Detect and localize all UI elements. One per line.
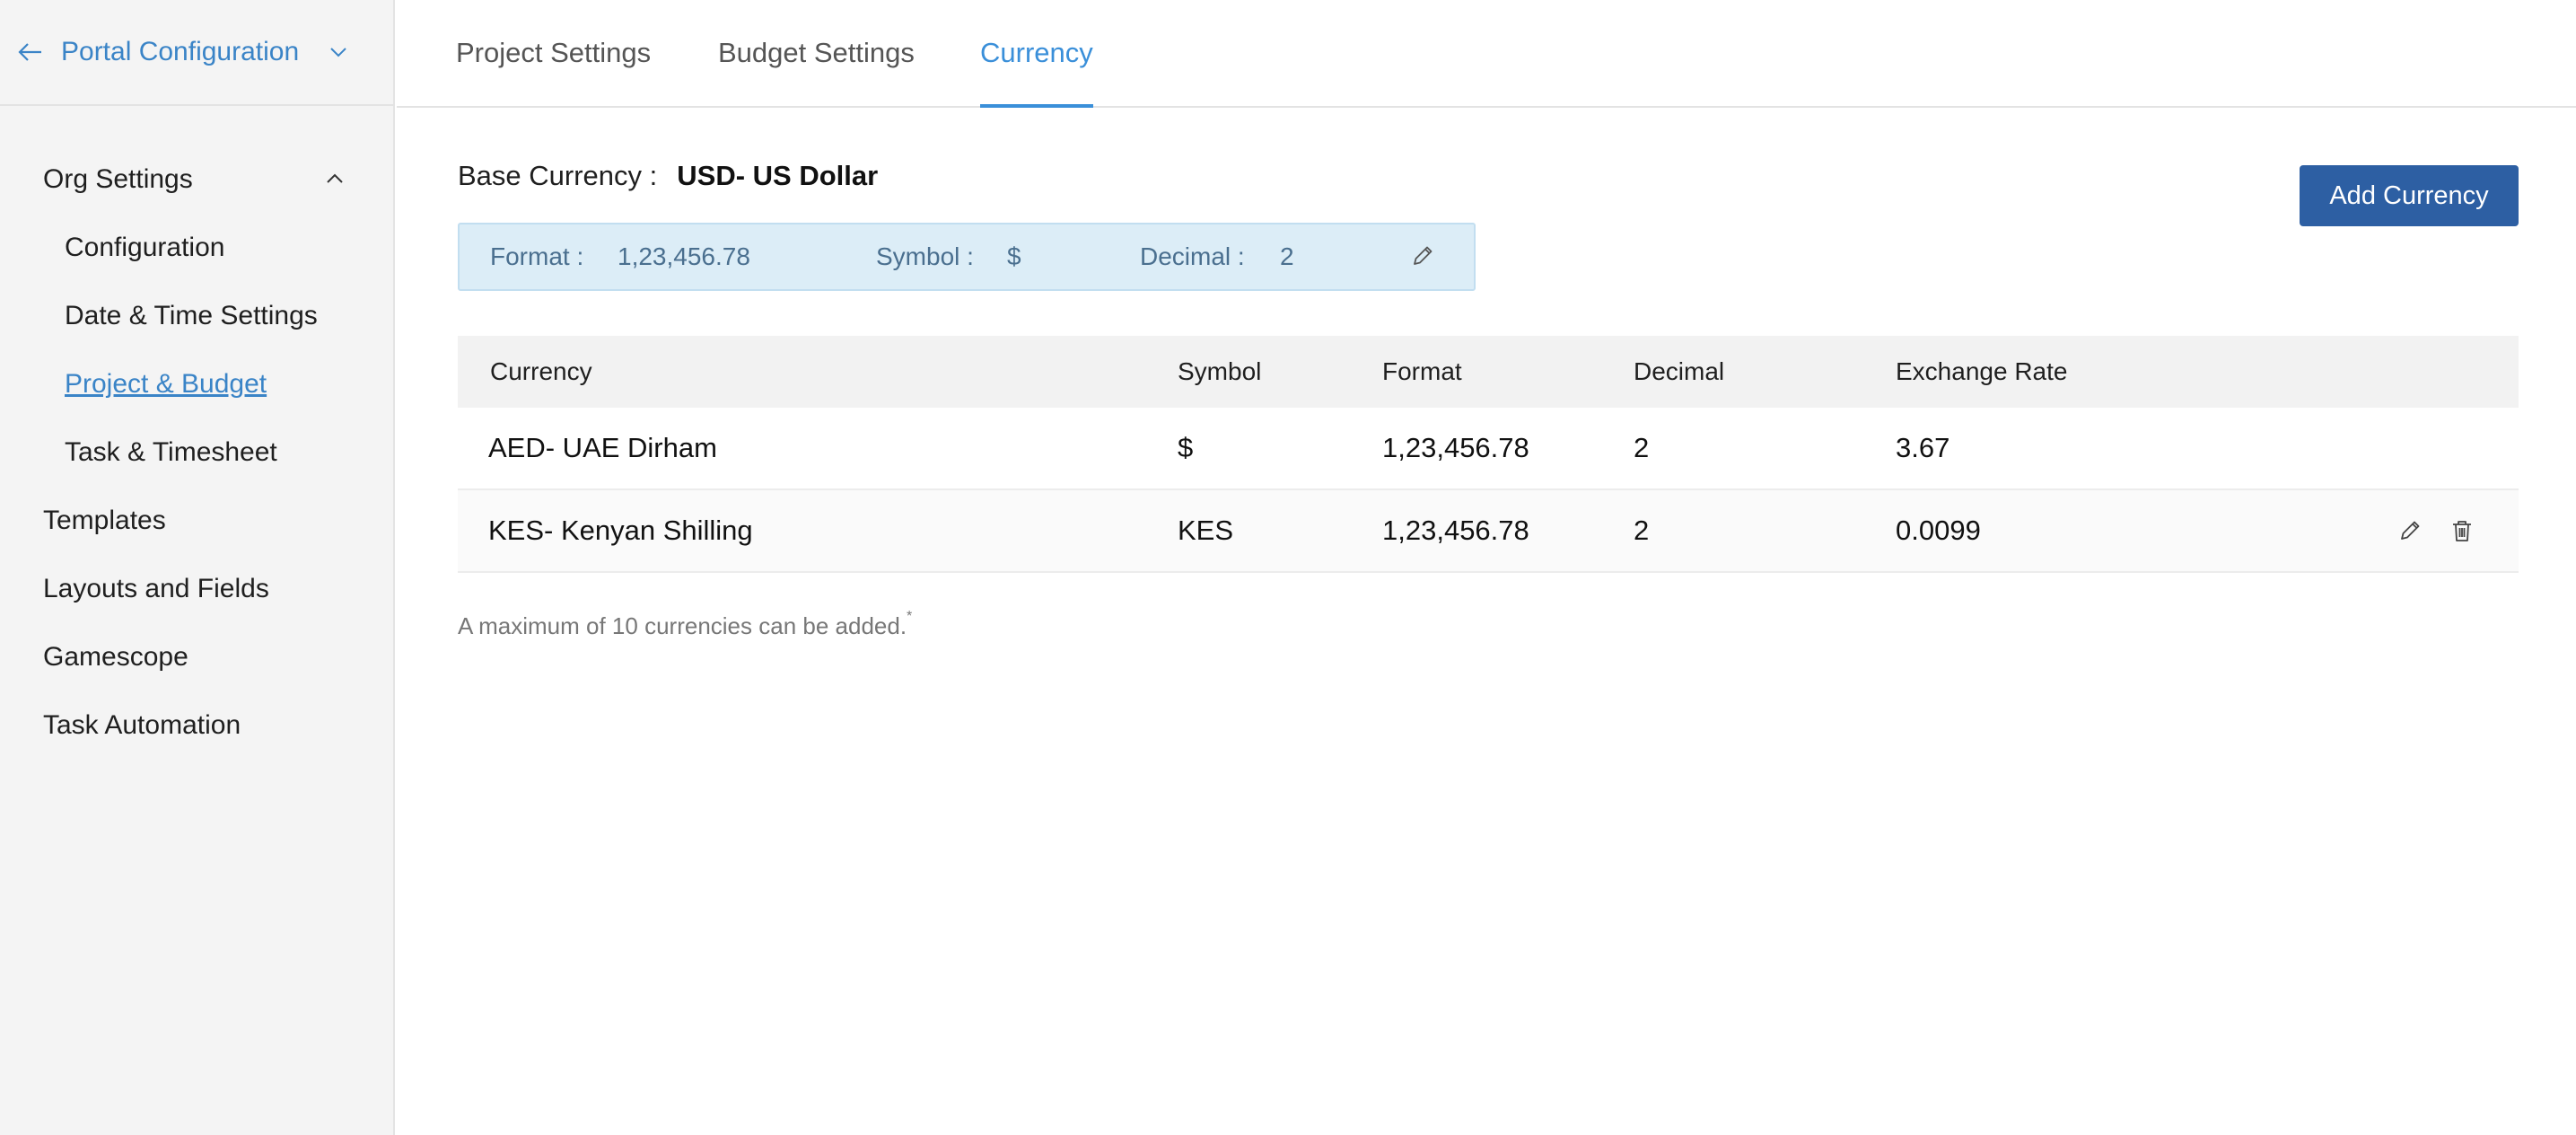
sidebar-item-gamescope[interactable]: Gamescope xyxy=(0,623,393,691)
table-header: Currency Symbol Format Decimal Exchange … xyxy=(458,336,2519,408)
sidebar-item-label: Task & Timesheet xyxy=(65,437,277,467)
add-currency-button[interactable]: Add Currency xyxy=(2300,165,2519,226)
sidebar-item-task-timesheet[interactable]: Task & Timesheet xyxy=(0,418,393,487)
portal-configuration-title[interactable]: Portal Configuration xyxy=(61,37,299,67)
base-currency-label: Base Currency : xyxy=(458,160,658,191)
edit-pencil-icon[interactable] xyxy=(1409,242,1436,269)
sidebar-item-label: Templates xyxy=(43,506,166,535)
cell-format: 1,23,456.78 xyxy=(1382,432,1529,463)
sidebar-item-date-time-settings[interactable]: Date & Time Settings xyxy=(0,282,393,350)
currency-table: Currency Symbol Format Decimal Exchange … xyxy=(458,336,2519,573)
symbol-value: $ xyxy=(1007,242,1021,270)
portal-configuration-header[interactable]: Portal Configuration xyxy=(0,0,393,106)
format-label: Format : xyxy=(490,242,584,270)
sidebar-nav: Org Settings Configuration Date & Time S… xyxy=(0,145,393,760)
sidebar-item-layouts-and-fields[interactable]: Layouts and Fields xyxy=(0,555,393,623)
table-row[interactable]: AED- UAE Dirham $ 1,23,456.78 2 3.67 xyxy=(458,408,2519,490)
header-symbol: Symbol xyxy=(1178,357,1262,385)
header-format: Format xyxy=(1382,357,1462,385)
sidebar-item-label: Org Settings xyxy=(43,164,193,194)
format-value: 1,23,456.78 xyxy=(618,242,750,270)
settings-tabs: Project Settings Budget Settings Currenc… xyxy=(397,0,2576,108)
base-currency-format-box: Format : 1,23,456.78 Symbol : $ Decimal … xyxy=(458,223,1476,291)
decimal-label: Decimal : xyxy=(1140,242,1245,270)
chevron-up-icon[interactable] xyxy=(321,165,348,192)
header-exchange-rate: Exchange Rate xyxy=(1896,357,2068,385)
cell-currency: AED- UAE Dirham xyxy=(488,432,717,463)
back-arrow-icon[interactable] xyxy=(16,38,45,66)
sidebar-item-label: Gamescope xyxy=(43,642,188,672)
sidebar-item-label: Task Automation xyxy=(43,710,241,740)
cell-exchange-rate: 3.67 xyxy=(1896,432,1950,463)
header-decimal: Decimal xyxy=(1634,357,1725,385)
sidebar-item-label: Configuration xyxy=(65,233,225,262)
base-currency-value: USD- US Dollar xyxy=(677,160,879,191)
sidebar-item-org-settings[interactable]: Org Settings xyxy=(0,145,393,214)
cell-decimal: 2 xyxy=(1634,515,1650,546)
base-currency: Base Currency : USD- US Dollar xyxy=(458,160,878,192)
cell-decimal: 2 xyxy=(1634,432,1650,463)
header-currency: Currency xyxy=(490,357,592,385)
sidebar-item-label: Date & Time Settings xyxy=(65,301,318,330)
trash-icon[interactable] xyxy=(2449,517,2475,544)
sidebar-item-label: Layouts and Fields xyxy=(43,574,269,603)
note-text: A maximum of 10 currencies can be added. xyxy=(458,612,907,639)
cell-symbol: KES xyxy=(1178,515,1234,546)
sidebar-item-project-budget[interactable]: Project & Budget xyxy=(0,350,393,418)
symbol-label: Symbol : xyxy=(876,242,974,270)
sidebar-item-configuration[interactable]: Configuration xyxy=(0,214,393,282)
cell-currency: KES- Kenyan Shilling xyxy=(488,515,753,546)
tab-currency[interactable]: Currency xyxy=(980,0,1093,108)
sidebar-item-templates[interactable]: Templates xyxy=(0,487,393,555)
table-row[interactable]: KES- Kenyan Shilling KES 1,23,456.78 2 0… xyxy=(458,490,2519,573)
cell-symbol: $ xyxy=(1178,432,1194,463)
note-asterisk: * xyxy=(907,609,913,624)
currency-limit-note: A maximum of 10 currencies can be added.… xyxy=(458,609,913,640)
edit-pencil-icon[interactable] xyxy=(2396,517,2423,544)
cell-format: 1,23,456.78 xyxy=(1382,515,1529,546)
cell-exchange-rate: 0.0099 xyxy=(1896,515,1981,546)
tab-project-settings[interactable]: Project Settings xyxy=(456,0,651,106)
sidebar-item-task-automation[interactable]: Task Automation xyxy=(0,691,393,760)
tab-budget-settings[interactable]: Budget Settings xyxy=(718,0,915,106)
decimal-value: 2 xyxy=(1280,242,1294,270)
sidebar: Portal Configuration Org Settings Config… xyxy=(0,0,395,1135)
chevron-down-icon[interactable] xyxy=(326,40,351,65)
sidebar-item-label: Project & Budget xyxy=(65,369,267,399)
